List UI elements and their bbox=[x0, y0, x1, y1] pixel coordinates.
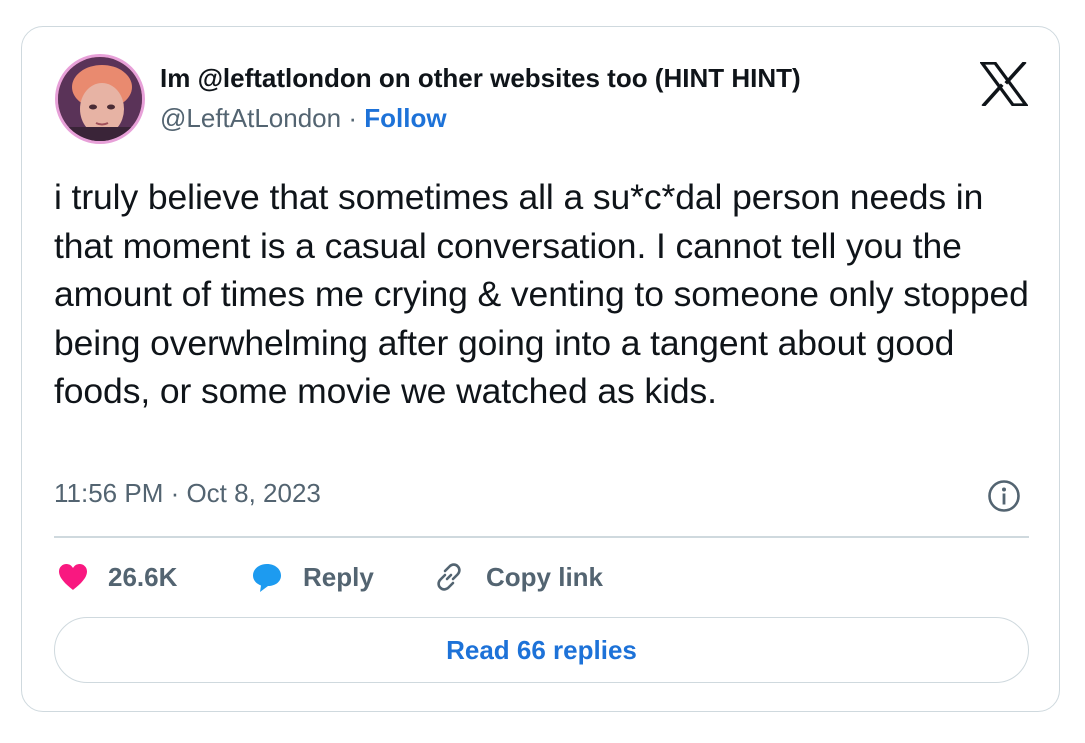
avatar-image bbox=[58, 57, 142, 141]
author-display-name[interactable]: Im @leftatlondon on other websites too (… bbox=[160, 63, 801, 94]
handle-separator: · bbox=[348, 103, 357, 133]
speech-bubble-icon bbox=[253, 564, 281, 592]
copy-link-label: Copy link bbox=[486, 561, 604, 592]
link-icon bbox=[437, 563, 461, 591]
reply-button[interactable]: Reply bbox=[251, 557, 374, 597]
read-replies-button[interactable]: Read 66 replies bbox=[54, 617, 1029, 683]
tweet-timestamp[interactable]: 11:56 PM · Oct 8, 2023 bbox=[54, 478, 321, 509]
heart-icon bbox=[59, 564, 87, 590]
x-logo-icon[interactable] bbox=[980, 62, 1028, 106]
tweet-text: i truly believe that sometimes all a su*… bbox=[54, 177, 1029, 411]
tweet-card: Im @leftatlondon on other websites too (… bbox=[21, 26, 1060, 712]
like-button[interactable]: 26.6K bbox=[58, 557, 177, 597]
copy-link-button[interactable]: Copy link bbox=[432, 557, 603, 597]
like-count: 26.6K bbox=[108, 561, 178, 592]
read-replies-label: Read 66 replies bbox=[446, 634, 637, 665]
author-avatar[interactable] bbox=[55, 54, 145, 144]
divider bbox=[54, 536, 1029, 538]
author-handle-row: @LeftAtLondon · Follow bbox=[160, 103, 447, 134]
author-handle[interactable]: @LeftAtLondon bbox=[160, 103, 341, 133]
follow-button[interactable]: Follow bbox=[364, 103, 446, 133]
info-icon[interactable] bbox=[987, 479, 1021, 513]
reply-label: Reply bbox=[303, 561, 374, 592]
